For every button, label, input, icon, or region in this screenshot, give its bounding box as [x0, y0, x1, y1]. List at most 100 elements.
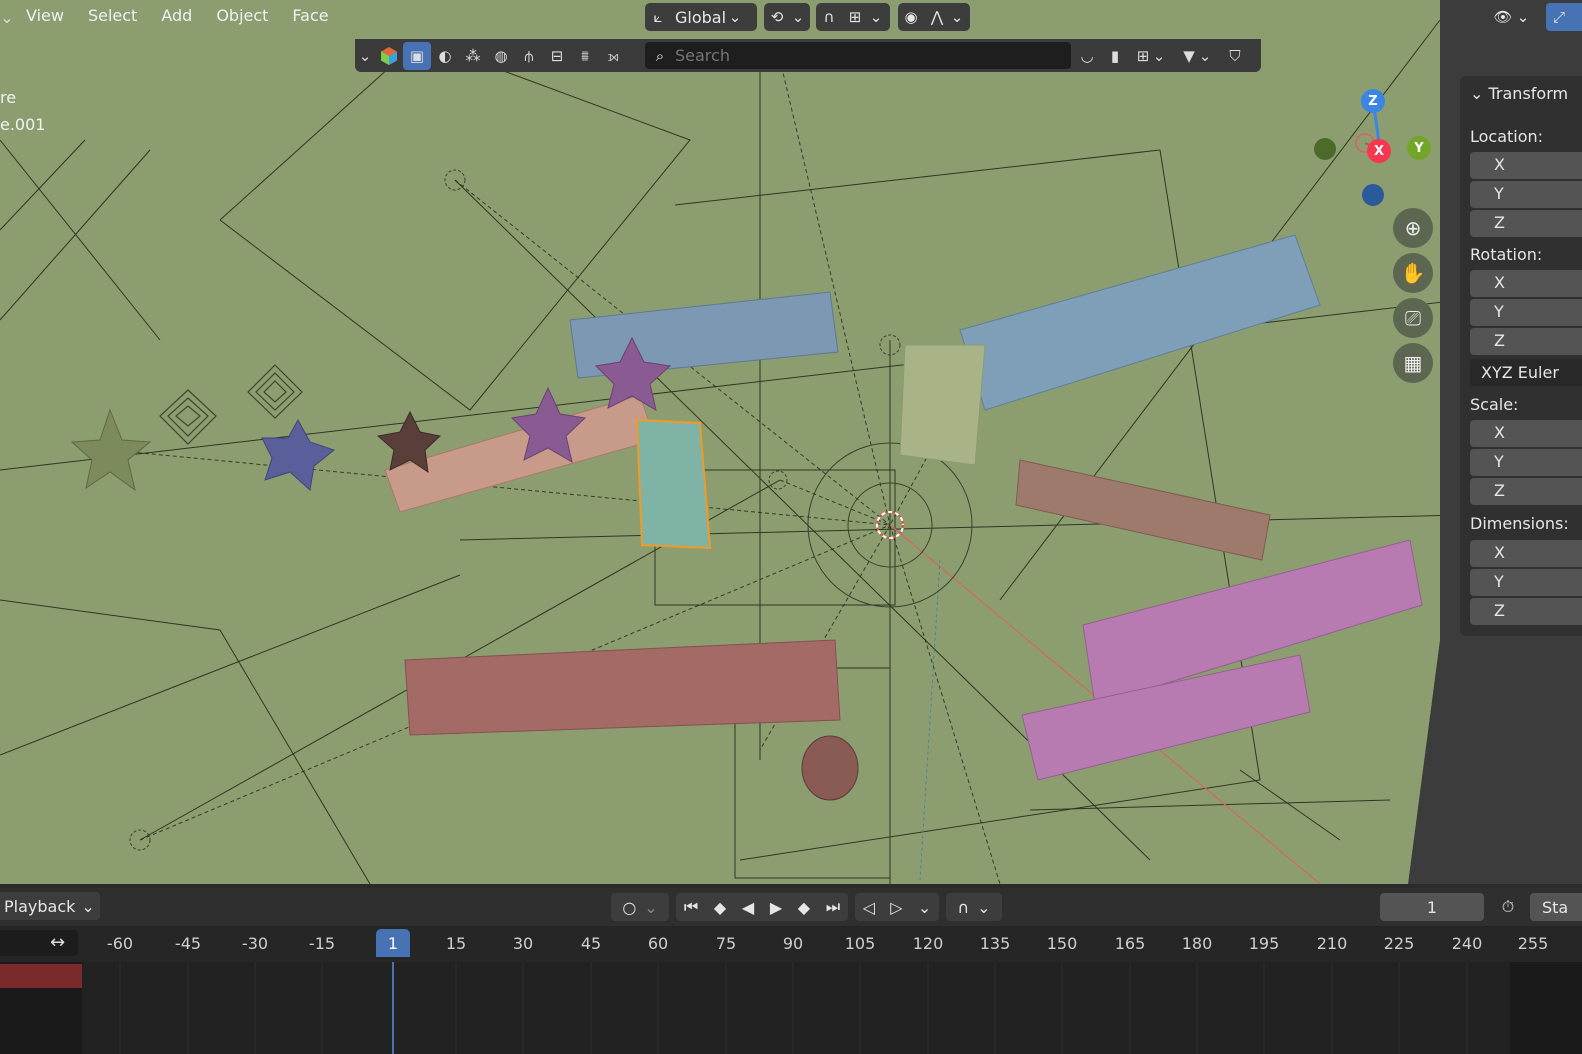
chevron-down-icon: ⌄ [728, 8, 742, 26]
chevron-down-icon[interactable]: ⌄ [1151, 42, 1167, 70]
chevron-down-icon: ⌄ [791, 8, 805, 26]
chevron-down-icon[interactable]: ⌄ [868, 4, 884, 30]
ruler-tick: 90 [782, 934, 804, 953]
location-y-field[interactable]: Y [1470, 181, 1582, 208]
ruler-tick: 105 [844, 934, 876, 953]
color-cube-icon[interactable] [375, 42, 403, 70]
dimensions-label: Dimensions: [1470, 514, 1569, 533]
next-marker-icon[interactable]: ▷ [890, 898, 902, 917]
chevron-down-icon[interactable]: ⌄ [950, 4, 964, 30]
gizmo-toggle-button[interactable]: ⤢ [1546, 3, 1582, 31]
light-icon[interactable]: ⩩ [571, 42, 599, 70]
scale-z-field[interactable]: Z [1470, 478, 1582, 505]
grid-perspective-icon[interactable]: ▦ [1393, 343, 1433, 383]
axis-label: Z [1494, 481, 1505, 500]
chevron-down-icon: ⌄ [977, 897, 991, 917]
chevron-down-icon[interactable]: ⌄ [0, 8, 14, 27]
pivot-point-dropdown[interactable]: ⟲ ⌄ [764, 3, 810, 31]
ruler-tick: -60 [106, 934, 134, 953]
menu-face[interactable]: Face [280, 0, 340, 34]
start-frame-field[interactable]: Sta [1530, 893, 1582, 921]
chevron-down-icon: ⌄ [1516, 8, 1530, 26]
playback-dropdown[interactable]: Playback ⌄ [0, 892, 100, 920]
empty-icon[interactable]: ⟕ [599, 42, 627, 70]
scale-x-field[interactable]: X [1470, 420, 1582, 447]
jump-end-icon[interactable]: ⏭ [826, 897, 840, 917]
current-frame-field[interactable]: 1 [1380, 893, 1484, 921]
select-box-icon[interactable]: ▣ [403, 41, 431, 70]
gizmo-neg-y-icon[interactable] [1314, 138, 1336, 160]
gizmo-x-icon[interactable]: X [1367, 139, 1391, 163]
3d-viewport[interactable]: ⌄ View Select Add Object Face ⟀ Global ⌄… [0, 0, 1582, 884]
zoom-icon[interactable]: ⊕ [1393, 208, 1433, 248]
rotation-y-field[interactable]: Y [1470, 299, 1582, 326]
chevron-down-icon[interactable]: ⌄ [1197, 42, 1213, 70]
axis-label: Y [1494, 184, 1504, 203]
snap-increment-icon[interactable]: ⊞ [842, 4, 868, 30]
rotation-mode-select[interactable]: XYZ Euler [1470, 359, 1582, 386]
search-input[interactable] [675, 46, 1055, 65]
ruler-tick: 180 [1181, 934, 1213, 953]
particles-icon[interactable]: ⁂ [459, 42, 487, 70]
chevron-down-icon: ⌄ [1470, 84, 1484, 103]
camera-overlay-icon[interactable]: ⊟ [543, 42, 571, 70]
ruler-tick: 60 [647, 934, 669, 953]
dimensions-z-field[interactable]: Z [1470, 598, 1582, 625]
jump-start-icon[interactable]: ⏮ [684, 897, 698, 917]
rotation-z-field[interactable]: Z [1470, 328, 1582, 355]
location-label: Location: [1470, 127, 1544, 146]
gizmo-y-icon[interactable]: Y [1407, 136, 1431, 160]
playhead-frame-marker[interactable]: 1 [376, 929, 410, 957]
gizmo-z-icon[interactable]: Z [1361, 89, 1385, 113]
shield-icon[interactable]: ⛉ [1221, 42, 1249, 70]
rotation-x-field[interactable]: X [1470, 270, 1582, 297]
location-x-field[interactable]: X [1470, 152, 1582, 179]
proportional-editing-icon[interactable]: ◉ [898, 4, 924, 30]
menu-view[interactable]: View [14, 0, 76, 34]
ruler-tick: 150 [1046, 934, 1078, 953]
timeline-ruler[interactable]: ↔ -60 -45 -30 -15 15 30 45 60 75 90 105 … [0, 926, 1582, 962]
prev-marker-icon[interactable]: ◁ [863, 898, 875, 917]
search-box[interactable]: ⌕ [645, 42, 1071, 69]
pivot-icon: ⟲ [770, 8, 784, 26]
play-reverse-icon[interactable]: ◀ [742, 898, 754, 917]
chevron-down-icon[interactable]: ⌄ [355, 42, 375, 70]
armature-icon[interactable]: ⫛ [515, 42, 543, 70]
play-icon[interactable]: ▶ [770, 898, 782, 917]
stopwatch-icon[interactable]: ⏱ [1490, 893, 1526, 921]
menu-add[interactable]: Add [149, 0, 204, 34]
menu-select[interactable]: Select [76, 0, 149, 34]
ruler-tick: 225 [1383, 934, 1415, 953]
gizmo-neg-z-icon[interactable] [1362, 184, 1384, 206]
timeline-area[interactable] [0, 962, 1582, 1054]
visibility-dropdown[interactable]: 👁 ⌄ [1490, 3, 1538, 31]
auto-keying-dropdown[interactable]: ∩ ⌄ [946, 893, 1002, 921]
ruler-tick: 165 [1114, 934, 1146, 953]
menu-object[interactable]: Object [204, 0, 280, 34]
transform-header[interactable]: ⌄ Transform [1470, 84, 1568, 103]
camera-icon[interactable]: ⎚ [1393, 298, 1433, 338]
scrub-area[interactable]: ↔ [0, 930, 78, 956]
transform-orientation-dropdown[interactable]: ⟀ Global ⌄ [645, 3, 757, 31]
magnet-icon[interactable]: ∩ [816, 4, 842, 30]
scale-y-field[interactable]: Y [1470, 449, 1582, 476]
dimensions-y-field[interactable]: Y [1470, 569, 1582, 596]
dimensions-x-field[interactable]: X [1470, 540, 1582, 567]
pan-hand-icon[interactable]: ✋ [1393, 253, 1433, 293]
keyframe-type-dropdown[interactable]: ○ ⌄ [611, 893, 669, 921]
playhead-frame-label: 1 [387, 933, 399, 953]
location-z-field[interactable]: Z [1470, 210, 1582, 237]
eye-icon: 👁 [1493, 8, 1513, 26]
bookmark-icon[interactable]: ▮ [1101, 42, 1129, 70]
curve-icon[interactable]: ◡ [1073, 42, 1101, 70]
world-icon[interactable]: ◍ [487, 42, 515, 70]
timeline-header: Playback ⌄ ○ ⌄ ⏮ ◆ ◀ ▶ ◆ ⏭ ◁ ▷ ⌄ ∩ ⌄ 1 ⏱… [0, 888, 1582, 926]
next-keyframe-icon[interactable]: ◆ [798, 898, 810, 917]
ruler-tick: 120 [912, 934, 944, 953]
falloff-curve-icon[interactable]: ⋀ [924, 4, 950, 30]
chevron-down-icon: ⌄ [81, 896, 95, 916]
chevron-down-icon[interactable]: ⌄ [918, 898, 931, 917]
axis-label: Y [1494, 302, 1504, 321]
prev-keyframe-icon[interactable]: ◆ [714, 898, 726, 917]
shading-solid-icon[interactable]: ◐ [431, 42, 459, 70]
